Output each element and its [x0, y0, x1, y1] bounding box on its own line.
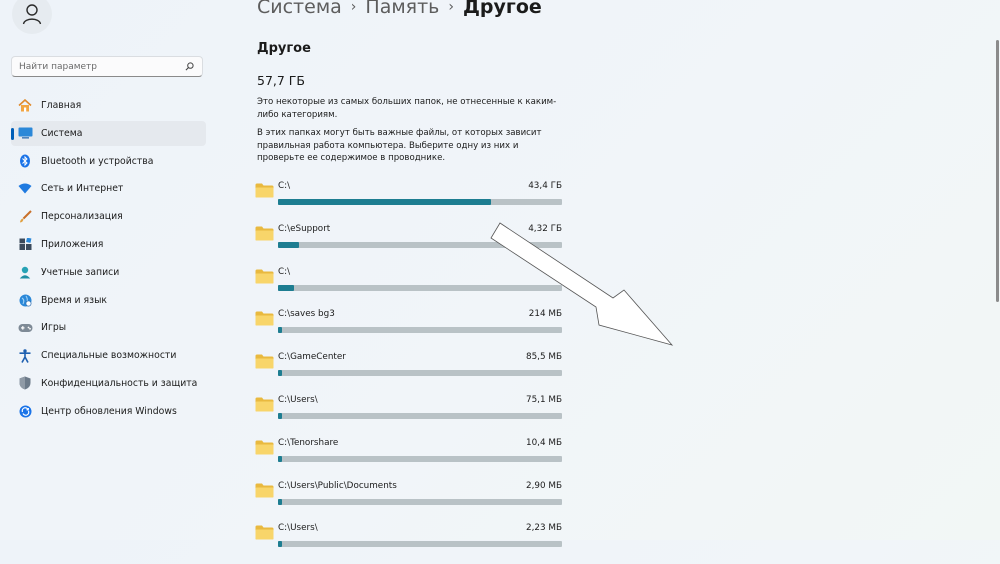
annotation-arrow	[490, 222, 674, 346]
usage-bar	[278, 541, 562, 548]
usage-bar-fill	[278, 541, 282, 548]
